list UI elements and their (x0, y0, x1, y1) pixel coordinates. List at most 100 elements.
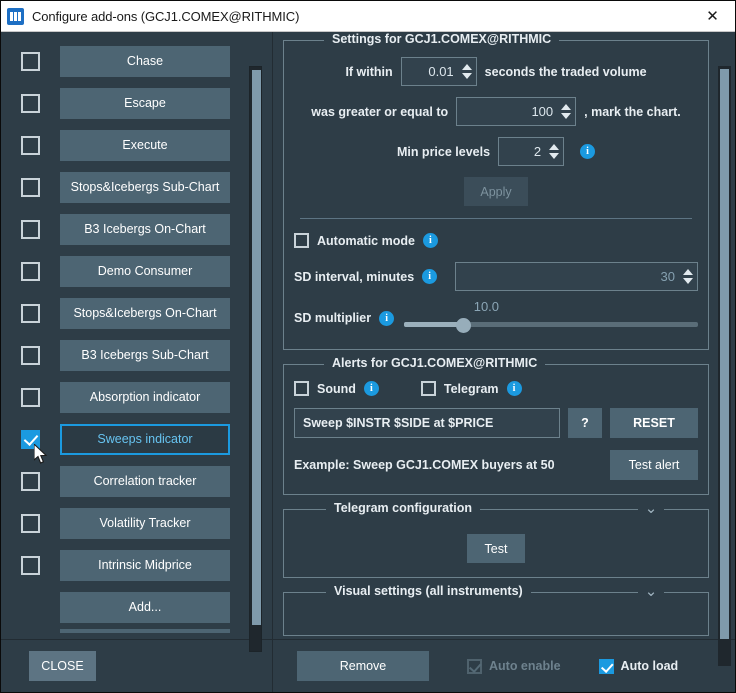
addon-checkbox[interactable] (21, 472, 40, 491)
sd-multiplier-slider[interactable]: 10.0 (404, 301, 698, 335)
addon-button-partial[interactable] (60, 629, 230, 633)
addon-row: Escape (1, 82, 272, 124)
addon-checkbox[interactable] (21, 52, 40, 71)
sound-checkbox[interactable] (294, 381, 309, 396)
addon-checkbox[interactable] (21, 556, 40, 575)
addons-scrollbar-thumb[interactable] (252, 70, 261, 625)
close-button[interactable]: CLOSE (29, 651, 96, 681)
addon-row: Stops&Icebergs On-Chart (1, 292, 272, 334)
visual-settings-legend: Visual settings (all instruments) (326, 584, 531, 598)
addon-button[interactable]: B3 Icebergs Sub-Chart (60, 340, 230, 371)
automatic-mode-checkbox[interactable] (294, 233, 309, 248)
test-alert-button[interactable]: Test alert (610, 450, 698, 480)
addon-checkbox[interactable] (21, 430, 40, 449)
min-price-levels-row: Min price levels 2 i (294, 137, 698, 166)
visual-settings-chevron-down-icon[interactable]: ⌄ (638, 581, 664, 601)
alerts-group-legend: Alerts for GCJ1.COMEX@RITHMIC (324, 356, 545, 370)
settings-scroll-area: Settings for GCJ1.COMEX@RITHMIC If withi… (273, 32, 735, 639)
addon-button[interactable]: Sweeps indicator (60, 424, 230, 455)
addon-checkbox[interactable] (21, 220, 40, 239)
volume-threshold-spinner-arrows[interactable] (561, 104, 571, 119)
addon-row: Correlation tracker (1, 460, 272, 502)
addon-button[interactable]: Chase (60, 46, 230, 77)
addon-row: Volatility Tracker (1, 502, 272, 544)
auto-load-checkbox[interactable] (599, 659, 614, 674)
auto-load-checkbox-group[interactable]: Auto load (599, 659, 679, 674)
addon-button[interactable]: Demo Consumer (60, 256, 230, 287)
addon-row: Demo Consumer (1, 250, 272, 292)
min-price-levels-spinner[interactable]: 2 (498, 137, 564, 166)
sd-interval-info-icon[interactable]: i (422, 269, 437, 284)
sd-interval-spinner[interactable]: 30 (455, 262, 698, 291)
addon-button[interactable]: Correlation tracker (60, 466, 230, 497)
telegram-config-chevron-down-icon[interactable]: ⌄ (638, 498, 664, 518)
add-addon-button[interactable]: Add... (60, 592, 230, 623)
addon-checkbox[interactable] (21, 388, 40, 407)
addon-row: B3 Icebergs On-Chart (1, 208, 272, 250)
settings-group-legend: Settings for GCJ1.COMEX@RITHMIC (324, 32, 559, 46)
left-footer: CLOSE (1, 639, 272, 692)
auto-enable-checkbox-group[interactable]: Auto enable (467, 659, 561, 674)
alert-template-row: ? RESET (294, 408, 698, 438)
addon-row: Absorption indicator (1, 376, 272, 418)
addon-checkbox[interactable] (21, 178, 40, 197)
sd-multiplier-value: 10.0 (474, 299, 499, 314)
sound-label: Sound (317, 382, 356, 396)
min-price-levels-info-icon[interactable]: i (580, 144, 595, 159)
close-icon[interactable]: ✕ (690, 1, 735, 31)
telegram-info-icon[interactable]: i (507, 381, 522, 396)
sd-interval-spinner-arrows[interactable] (683, 269, 693, 284)
addon-checkbox[interactable] (21, 346, 40, 365)
auto-enable-label: Auto enable (489, 659, 561, 673)
settings-group: Settings for GCJ1.COMEX@RITHMIC If withi… (283, 40, 709, 350)
alert-help-button[interactable]: ? (568, 408, 602, 438)
addon-checkbox[interactable] (21, 514, 40, 533)
addon-button[interactable]: Absorption indicator (60, 382, 230, 413)
automatic-mode-row: Automatic mode i (294, 233, 698, 248)
window-body: Chase Escape Execute Stops&Icebergs Sub-Cha… (1, 32, 735, 692)
addon-button[interactable]: Stops&Icebergs On-Chart (60, 298, 230, 329)
addon-checkbox[interactable] (21, 94, 40, 113)
volume-threshold-spinner[interactable]: 100 (456, 97, 576, 126)
addon-button[interactable]: B3 Icebergs On-Chart (60, 214, 230, 245)
sd-interval-value[interactable]: 30 (464, 269, 683, 284)
if-within-value[interactable]: 0.01 (410, 64, 462, 79)
addons-scrollbar[interactable] (249, 66, 262, 652)
alert-reset-button[interactable]: RESET (610, 408, 698, 438)
settings-divider (300, 218, 692, 219)
if-within-spinner[interactable]: 0.01 (401, 57, 477, 86)
if-within-spinner-arrows[interactable] (462, 64, 472, 79)
addon-button[interactable]: Escape (60, 88, 230, 119)
telegram-checkbox[interactable] (421, 381, 436, 396)
min-price-levels-value[interactable]: 2 (507, 144, 549, 159)
greater-equal-label: was greater or equal to (311, 105, 448, 119)
alert-template-input[interactable] (294, 408, 560, 438)
settings-scrollbar-thumb[interactable] (720, 69, 729, 639)
alert-example-text: Example: Sweep GCJ1.COMEX buyers at 50 (294, 458, 555, 472)
greater-equal-row: was greater or equal to 100 , mark the c… (294, 97, 698, 126)
addon-row: Intrinsic Midprice (1, 544, 272, 586)
volume-threshold-value[interactable]: 100 (465, 104, 561, 119)
addon-button[interactable]: Execute (60, 130, 230, 161)
min-price-levels-spinner-arrows[interactable] (549, 144, 559, 159)
addon-checkbox[interactable] (21, 136, 40, 155)
addon-checkbox[interactable] (21, 262, 40, 281)
sd-multiplier-info-icon[interactable]: i (379, 311, 394, 326)
addon-button[interactable]: Volatility Tracker (60, 508, 230, 539)
mark-chart-label: , mark the chart. (584, 105, 681, 119)
addon-checkbox[interactable] (21, 304, 40, 323)
sound-info-icon[interactable]: i (364, 381, 379, 396)
apply-button[interactable]: Apply (464, 177, 528, 206)
telegram-test-button[interactable]: Test (467, 534, 525, 563)
addon-button[interactable]: Stops&Icebergs Sub-Chart (60, 172, 230, 203)
auto-enable-checkbox (467, 659, 482, 674)
if-within-label: If within (345, 65, 392, 79)
sd-multiplier-track[interactable] (404, 322, 698, 327)
automatic-mode-info-icon[interactable]: i (423, 233, 438, 248)
title-bar: Configure add-ons (GCJ1.COMEX@RITHMIC) ✕ (1, 1, 735, 32)
remove-button[interactable]: Remove (297, 651, 429, 681)
settings-scrollbar[interactable] (718, 66, 731, 666)
sd-multiplier-thumb[interactable] (456, 318, 471, 333)
min-price-levels-label: Min price levels (397, 145, 490, 159)
addon-button[interactable]: Intrinsic Midprice (60, 550, 230, 581)
